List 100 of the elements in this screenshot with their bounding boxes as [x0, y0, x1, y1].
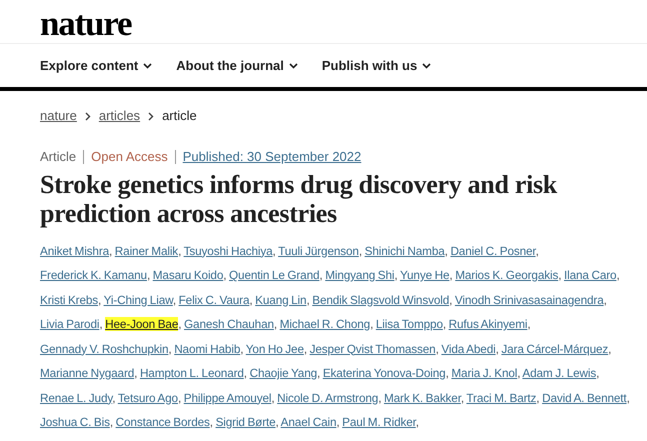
author-link[interactable]: Yon Ho Jee: [246, 342, 304, 356]
comma: ,: [416, 415, 419, 429]
comma: ,: [134, 366, 138, 380]
comma: ,: [112, 390, 116, 404]
journal-logo[interactable]: nature: [40, 4, 132, 43]
author-link[interactable]: Ekaterina Yonova-Doing: [322, 366, 446, 380]
comma: ,: [596, 366, 600, 380]
author-link[interactable]: Tuuli Jürgenson: [278, 244, 359, 258]
nav-menu-button[interactable]: Publish with us: [322, 56, 432, 76]
comma: ,: [99, 317, 102, 331]
breadcrumb-link[interactable]: nature: [40, 106, 77, 126]
nav-menu-button[interactable]: Explore content: [40, 56, 152, 76]
author-link[interactable]: Ganesh Chauhan: [184, 317, 274, 331]
comma: ,: [336, 415, 340, 429]
author-link[interactable]: Liisa Tomppo: [376, 317, 443, 331]
comma: ,: [172, 292, 176, 306]
author-link[interactable]: David A. Bennett: [542, 390, 627, 404]
author-link[interactable]: Michael R. Chong: [280, 317, 370, 331]
author-link[interactable]: Daniel C. Posner: [450, 244, 536, 258]
comma: ,: [517, 366, 520, 380]
author-link[interactable]: Mingyang Shi: [325, 268, 394, 282]
comma: ,: [558, 268, 562, 282]
author-link[interactable]: Chaojie Yang: [250, 366, 318, 380]
comma: ,: [444, 244, 448, 258]
author-link[interactable]: Constance Bordes: [116, 415, 210, 429]
breadcrumb-link[interactable]: articles: [98, 106, 140, 126]
comma: ,: [608, 342, 612, 356]
comma: ,: [378, 390, 382, 404]
author-link[interactable]: Joshua C. Bis: [40, 415, 110, 429]
comma: ,: [626, 390, 630, 404]
breadcrumb-current: article: [162, 107, 197, 126]
author-link[interactable]: Tsuyoshi Hachiya: [184, 244, 273, 258]
comma: ,: [304, 342, 307, 356]
author-link[interactable]: Yi-Ching Liaw: [104, 292, 173, 306]
comma: ,: [436, 342, 439, 356]
comma: ,: [240, 342, 244, 356]
author-link[interactable]: Jara Cárcel-Márquez: [501, 342, 608, 356]
published-date-link[interactable]: Published: 30 September 2022: [182, 147, 362, 166]
author-link[interactable]: Felix C. Vaura: [178, 292, 250, 306]
comma: ,: [272, 244, 276, 258]
comma: ,: [109, 244, 112, 258]
comma: ,: [496, 342, 499, 356]
author-link[interactable]: Tetsuro Ago: [118, 390, 178, 404]
comma: ,: [319, 268, 323, 282]
comma: ,: [244, 366, 247, 380]
chevron-down-icon: [288, 62, 298, 68]
author-link[interactable]: Gennady V. Roshchupkin: [40, 342, 168, 356]
author-link[interactable]: Aniket Mishra: [40, 244, 110, 258]
author-link[interactable]: Hee-Joon Bae: [105, 317, 178, 331]
author-link[interactable]: Kuang Lin: [255, 292, 306, 306]
author-link[interactable]: Shinichi Namba: [364, 244, 445, 258]
author-link[interactable]: Vinodh Srinivasasainagendra: [454, 292, 604, 306]
author-link[interactable]: Vida Abedi: [441, 342, 496, 356]
author-link[interactable]: Rufus Akinyemi: [448, 317, 528, 331]
nav-menu-button[interactable]: About the journal: [176, 56, 298, 76]
chevron-down-icon: [143, 62, 152, 68]
author-link[interactable]: Livia Parodi: [40, 317, 100, 331]
author-link[interactable]: Mark K. Bakker: [384, 390, 461, 404]
comma: ,: [178, 244, 182, 258]
open-access-label: Open Access: [91, 148, 168, 166]
author-link[interactable]: Frederick K. Kamanu: [40, 268, 147, 282]
author-link[interactable]: Marios K. Georgakis: [455, 268, 558, 282]
author-link[interactable]: Quentin Le Grand: [229, 268, 320, 282]
comma: ,: [449, 292, 452, 306]
comma: ,: [98, 292, 102, 306]
comma: ,: [446, 366, 449, 380]
author-link[interactable]: Sigrid Børte: [216, 415, 276, 429]
comma: ,: [146, 268, 150, 282]
author-link[interactable]: Renae L. Judy: [40, 390, 112, 404]
author-link[interactable]: Rainer Malik: [114, 244, 178, 258]
author-link[interactable]: Kristi Krebs: [40, 292, 98, 306]
author-link[interactable]: Jesper Qvist Thomassen: [310, 342, 436, 356]
comma: ,: [178, 390, 182, 404]
author-link[interactable]: Paul M. Ridker: [342, 415, 416, 429]
author-link[interactable]: Adam J. Lewis: [522, 366, 596, 380]
comma: ,: [276, 415, 279, 429]
comma: ,: [317, 366, 320, 380]
author-link[interactable]: Naomi Habib: [174, 342, 240, 356]
author-link[interactable]: Bendik Slagsvold Winsvold: [312, 292, 450, 306]
author-link[interactable]: Ilana Caro: [564, 268, 616, 282]
author-link[interactable]: Maria J. Knol: [451, 366, 518, 380]
author-link[interactable]: Hampton L. Leonard: [140, 366, 244, 380]
comma: ,: [394, 268, 398, 282]
author-link[interactable]: Anael Cain: [280, 415, 336, 429]
author-link[interactable]: Traci M. Bartz: [466, 390, 536, 404]
author-link[interactable]: Yunye He: [400, 268, 450, 282]
comma: ,: [110, 415, 113, 429]
article-type: Article: [40, 148, 76, 166]
comma: ,: [168, 342, 172, 356]
author-link[interactable]: Nicole D. Armstrong: [277, 390, 378, 404]
author-link[interactable]: Philippe Amouyel: [184, 390, 272, 404]
chevron-right-icon: [84, 112, 91, 120]
chevron-right-icon: [148, 112, 154, 120]
author-link[interactable]: Masaru Koido: [152, 268, 224, 282]
comma: ,: [616, 268, 620, 282]
comma: ,: [604, 292, 607, 306]
comma: ,: [449, 268, 453, 282]
author-link[interactable]: Marianne Nygaard: [40, 366, 134, 380]
comma: ,: [274, 317, 278, 331]
comma: ,: [306, 292, 310, 306]
